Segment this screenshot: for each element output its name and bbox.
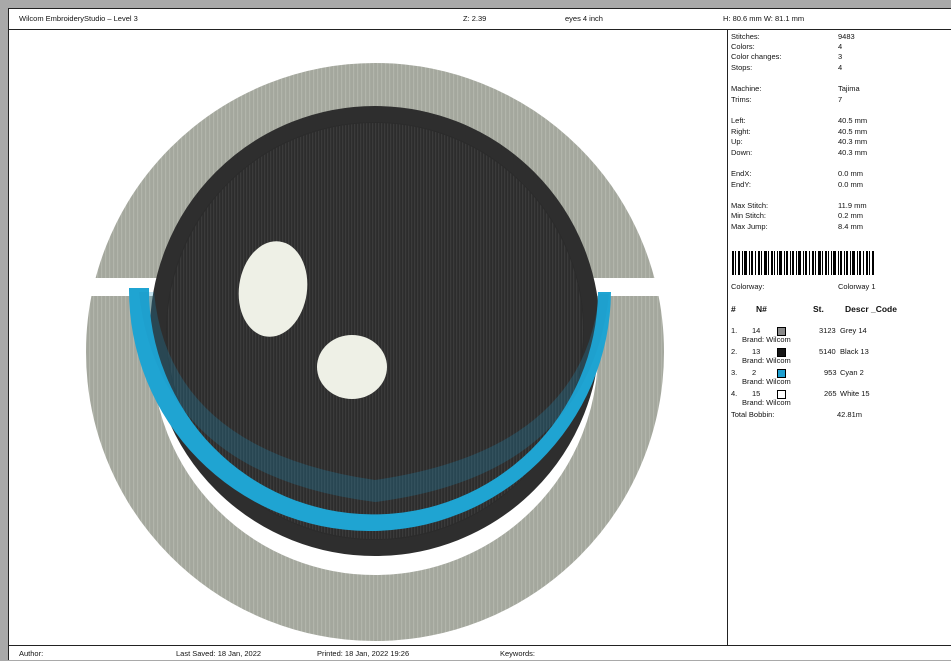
- app-title: Wilcom EmbroideryStudio – Level 3: [19, 14, 138, 23]
- color-table-header: # N# St. Descr _Code: [731, 304, 897, 314]
- stat-row: Colors: 4: [731, 42, 843, 51]
- header-bar: Wilcom EmbroideryStudio – Level 3 Z: 2.3…: [9, 9, 951, 30]
- color-row: 3. 2 953 Cyan 2 Brand: Wilcom: [731, 368, 864, 386]
- color-row: 1. 14 3123 Grey 14 Brand: Wilcom: [731, 326, 867, 344]
- stat-row: Max Jump: 8.4 mm: [731, 222, 864, 231]
- zoom-readout: Z: 2.39: [463, 14, 487, 23]
- footer-keywords: Keywords:: [500, 649, 536, 658]
- footer-author: Author:: [19, 649, 44, 658]
- stat-row: Up: 40.3 mm: [731, 137, 868, 146]
- barcode-icon: [732, 251, 874, 275]
- embroidery-eye-design: [49, 63, 709, 641]
- design-dimensions: H: 80.6 mm W: 81.1 mm: [723, 14, 805, 23]
- print-preview-page: Wilcom EmbroideryStudio – Level 3 Z: 2.3…: [8, 8, 951, 660]
- stat-row: EndX: 0.0 mm: [731, 169, 864, 178]
- stat-row: Left: 40.5 mm: [731, 116, 868, 125]
- stat-row: Down: 40.3 mm: [731, 148, 868, 157]
- footer-last-saved: Last Saved: 18 Jan, 2022: [176, 649, 262, 658]
- stat-row: Color changes: 3: [731, 52, 843, 61]
- color-row: 4. 15 265 White 15 Brand: Wilcom: [731, 389, 870, 407]
- design-info-panel: Stitches: 9483 Colors: 4 Color changes: 3 S…: [728, 30, 951, 645]
- bobbin-row: Total Bobbin: 42.81m: [731, 410, 863, 419]
- stat-row: Max Stitch: 11.9 mm: [731, 201, 867, 210]
- stat-row: Trims: 7: [731, 95, 843, 104]
- stat-row: Machine: Tajima: [731, 84, 860, 93]
- footer-printed: Printed: 18 Jan, 2022 19:26: [317, 649, 410, 658]
- stat-row: EndY: 0.0 mm: [731, 180, 864, 189]
- stat-row: Right: 40.5 mm: [731, 127, 868, 136]
- stat-row: Stops: 4: [731, 63, 843, 72]
- stat-row: Stitches: 9483: [731, 32, 855, 41]
- color-row: 2. 13 5140 Black 13 Brand: Wilcom: [731, 347, 869, 365]
- design-name: eyes 4 inch: [565, 14, 603, 23]
- stat-row: Min Stitch: 0.2 mm: [731, 211, 864, 220]
- design-preview: [9, 30, 728, 645]
